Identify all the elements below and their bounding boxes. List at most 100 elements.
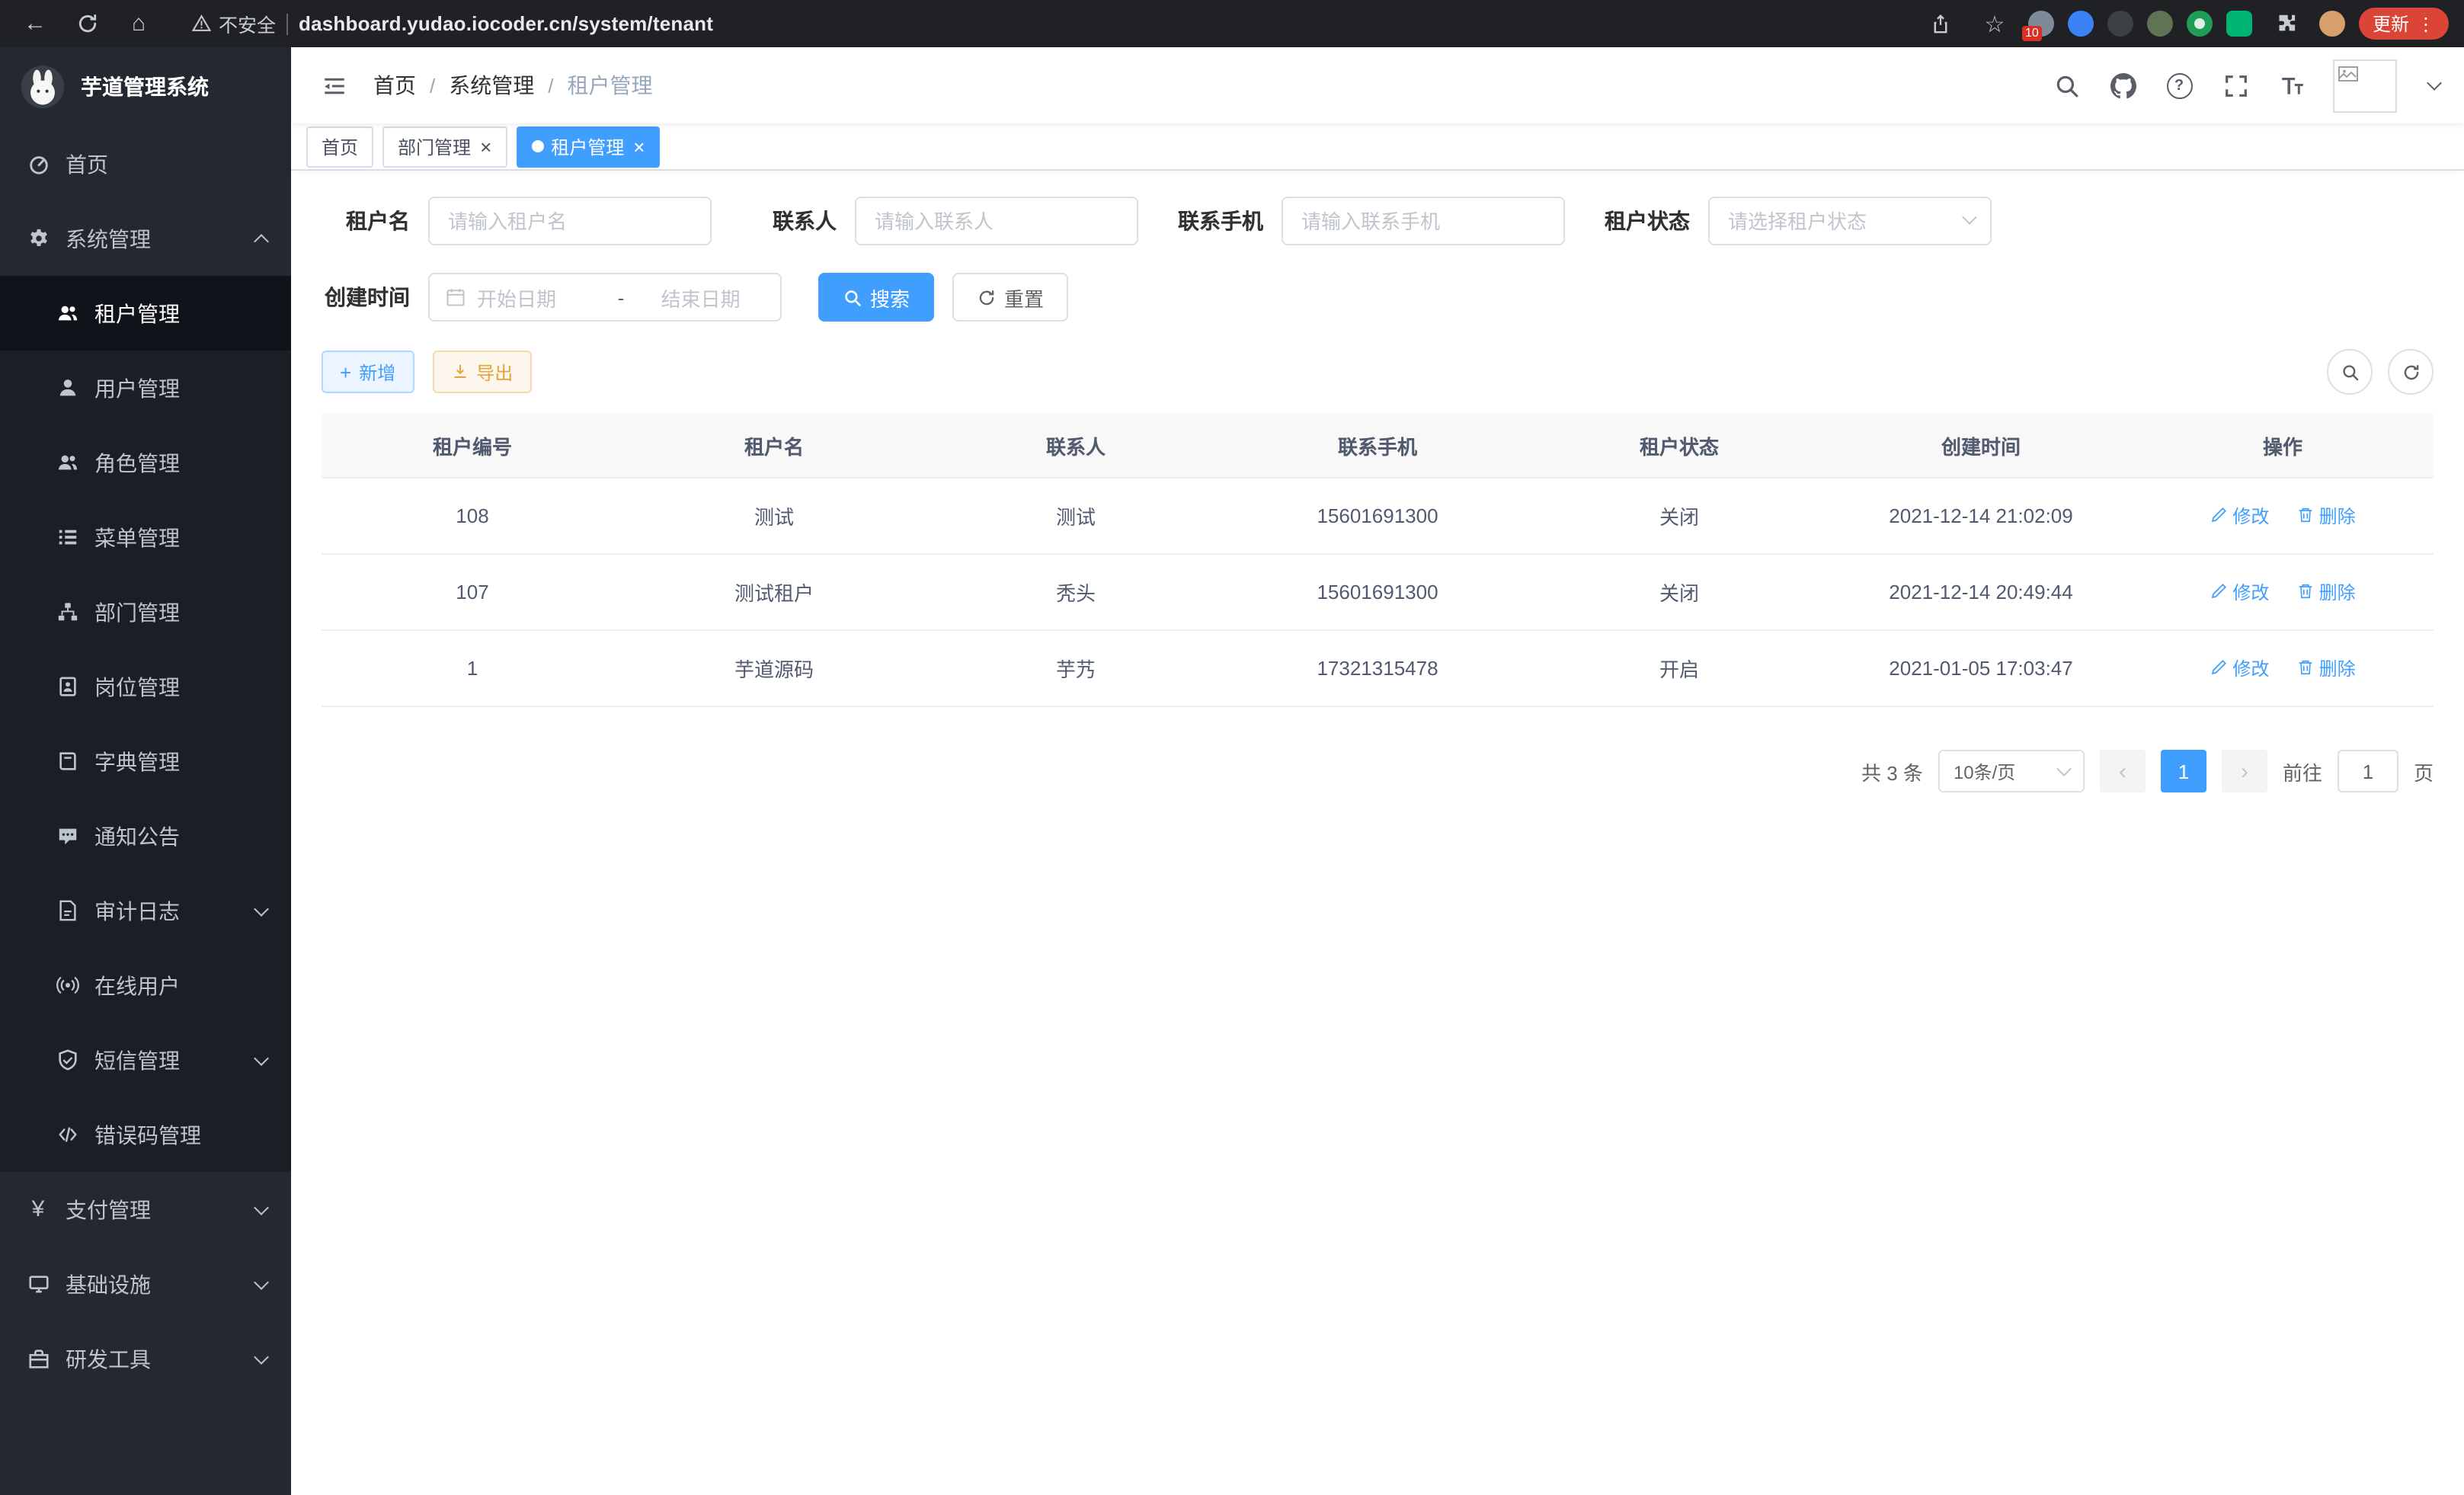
sidebar-item-dept[interactable]: 部门管理 — [0, 575, 291, 649]
bookmark-star-icon[interactable]: ☆ — [1975, 5, 2014, 42]
sidebar-item-error-code[interactable]: 错误码管理 — [0, 1097, 291, 1172]
goto-page-input[interactable] — [2338, 750, 2398, 792]
prev-page-button[interactable]: ‹ — [2100, 750, 2146, 792]
reset-button-label: 重置 — [1004, 283, 1044, 312]
breadcrumb-current: 租户管理 — [568, 70, 653, 101]
create-time-label: 创建时间 — [322, 282, 410, 312]
tab-tenant[interactable]: 租户管理 × — [516, 126, 660, 167]
sidebar-item-menu[interactable]: 菜单管理 — [0, 500, 291, 575]
sidebar-item-role[interactable]: 角色管理 — [0, 425, 291, 500]
sidebar-item-home[interactable]: 首页 — [0, 126, 291, 201]
add-button[interactable]: + 新增 — [322, 351, 414, 393]
sidebar-item-dict[interactable]: 字典管理 — [0, 724, 291, 799]
extension-icon[interactable] — [2147, 11, 2173, 37]
chevron-down-icon — [254, 1199, 269, 1215]
search-icon — [2340, 362, 2360, 382]
home-icon[interactable]: ⌂ — [119, 5, 158, 42]
share-icon[interactable] — [1922, 5, 1961, 42]
sidebar-fold-icon[interactable] — [315, 67, 352, 104]
refresh-icon — [2401, 362, 2421, 382]
chevron-down-icon — [254, 901, 269, 916]
fullscreen-icon[interactable] — [2220, 70, 2251, 101]
sidebar-item-sms[interactable]: 短信管理 — [0, 1023, 291, 1097]
breadcrumb-system[interactable]: 系统管理 — [449, 70, 534, 101]
sidebar-item-post[interactable]: 岗位管理 — [0, 649, 291, 724]
edit-link[interactable]: 修改 — [2210, 503, 2269, 529]
profile-avatar[interactable] — [2319, 11, 2345, 37]
reload-icon[interactable] — [67, 5, 107, 42]
tenant-table: 租户编号 租户名 联系人 联系手机 租户状态 创建时间 操作 108 测试 — [322, 413, 2434, 707]
chevron-down-icon — [2056, 761, 2072, 776]
page-size-select[interactable]: 10条/页 — [1938, 750, 2085, 792]
delete-label: 删除 — [2319, 579, 2356, 605]
github-icon[interactable] — [2107, 70, 2138, 101]
edit-link[interactable]: 修改 — [2210, 579, 2269, 605]
code-icon — [55, 1122, 79, 1147]
tenant-name-input[interactable] — [428, 197, 712, 245]
contact-input[interactable] — [855, 197, 1138, 245]
edit-link[interactable]: 修改 — [2210, 655, 2269, 681]
next-page-button[interactable]: › — [2222, 750, 2267, 792]
breadcrumb-home[interactable]: 首页 — [373, 70, 416, 101]
delete-link[interactable]: 删除 — [2296, 503, 2356, 529]
sidebar-item-label: 短信管理 — [94, 1045, 241, 1075]
update-button[interactable]: 更新 ⋮ — [2359, 8, 2449, 40]
contact-label: 联系人 — [748, 206, 837, 236]
tenant-status-label: 租户状态 — [1602, 206, 1690, 236]
extension-icon[interactable] — [2107, 11, 2133, 37]
extension-icon[interactable] — [2226, 11, 2252, 37]
sidebar-item-user[interactable]: 用户管理 — [0, 351, 291, 425]
browser-chrome: ← ⌂ 不安全 dashboard.yudao.iocoder.cn/syste… — [0, 0, 2464, 47]
delete-link[interactable]: 删除 — [2296, 655, 2356, 681]
extension-icon[interactable] — [2068, 11, 2094, 37]
chevron-down-icon — [254, 1050, 269, 1065]
extensions-puzzle-icon[interactable] — [2266, 5, 2306, 42]
close-icon[interactable]: × — [480, 136, 491, 156]
tab-dept[interactable]: 部门管理 × — [382, 126, 507, 167]
cell-name: 测试租户 — [623, 554, 925, 630]
extension-icon[interactable] — [2187, 11, 2213, 37]
page-1-button[interactable]: 1 — [2161, 750, 2206, 792]
sidebar-item-label: 错误码管理 — [94, 1119, 267, 1150]
toggle-search-button[interactable] — [2327, 349, 2373, 395]
sidebar-item-audit-log[interactable]: 审计日志 — [0, 873, 291, 948]
sidebar-item-notice[interactable]: 通知公告 — [0, 799, 291, 873]
sidebar-item-payment[interactable]: ¥ 支付管理 — [0, 1172, 291, 1247]
logo[interactable]: 芋道管理系统 — [0, 47, 291, 126]
delete-link[interactable]: 删除 — [2296, 579, 2356, 605]
export-button[interactable]: 导出 — [432, 351, 531, 393]
back-icon[interactable]: ← — [15, 5, 55, 42]
font-size-icon[interactable] — [2277, 70, 2307, 101]
cell-created: 2021-12-14 21:02:09 — [1830, 478, 2132, 554]
sidebar-item-devtools[interactable]: 研发工具 — [0, 1321, 291, 1396]
extension-icon[interactable]: 10 — [2028, 11, 2054, 37]
create-time-range-picker[interactable]: 开始日期 - 结束日期 — [428, 273, 782, 322]
search-button[interactable]: 搜索 — [818, 273, 934, 322]
warning-icon — [192, 14, 211, 34]
reset-button[interactable]: 重置 — [952, 273, 1068, 322]
avatar[interactable] — [2333, 59, 2397, 112]
not-secure-chip[interactable]: 不安全 — [192, 9, 276, 38]
tab-home[interactable]: 首页 — [306, 126, 373, 167]
tenant-status-select[interactable] — [1708, 197, 1992, 245]
security-label: 不安全 — [219, 9, 276, 38]
address-bar[interactable]: 不安全 dashboard.yudao.iocoder.cn/system/te… — [192, 9, 1909, 38]
document-icon — [55, 898, 79, 923]
cell-id: 108 — [322, 478, 623, 554]
tenants-icon — [55, 301, 79, 325]
search-icon[interactable] — [2051, 70, 2082, 101]
sidebar-item-tenant[interactable]: 租户管理 — [0, 276, 291, 351]
close-icon[interactable]: × — [633, 136, 645, 156]
pencil-icon — [2210, 507, 2228, 525]
table-row: 108 测试 测试 15601691300 关闭 2021-12-14 21:0… — [322, 478, 2434, 554]
date-separator: - — [618, 286, 625, 309]
extension-glyph — [2194, 18, 2205, 29]
sidebar-item-infra[interactable]: 基础设施 — [0, 1247, 291, 1321]
contact-phone-input[interactable] — [1282, 197, 1565, 245]
avatar-caret-icon[interactable] — [2427, 75, 2442, 91]
sidebar-item-online-user[interactable]: 在线用户 — [0, 948, 291, 1023]
sidebar-item-label: 审计日志 — [94, 895, 241, 926]
sidebar-item-system[interactable]: 系统管理 — [0, 201, 291, 276]
help-icon[interactable]: ? — [2164, 70, 2194, 101]
refresh-table-button[interactable] — [2388, 349, 2434, 395]
